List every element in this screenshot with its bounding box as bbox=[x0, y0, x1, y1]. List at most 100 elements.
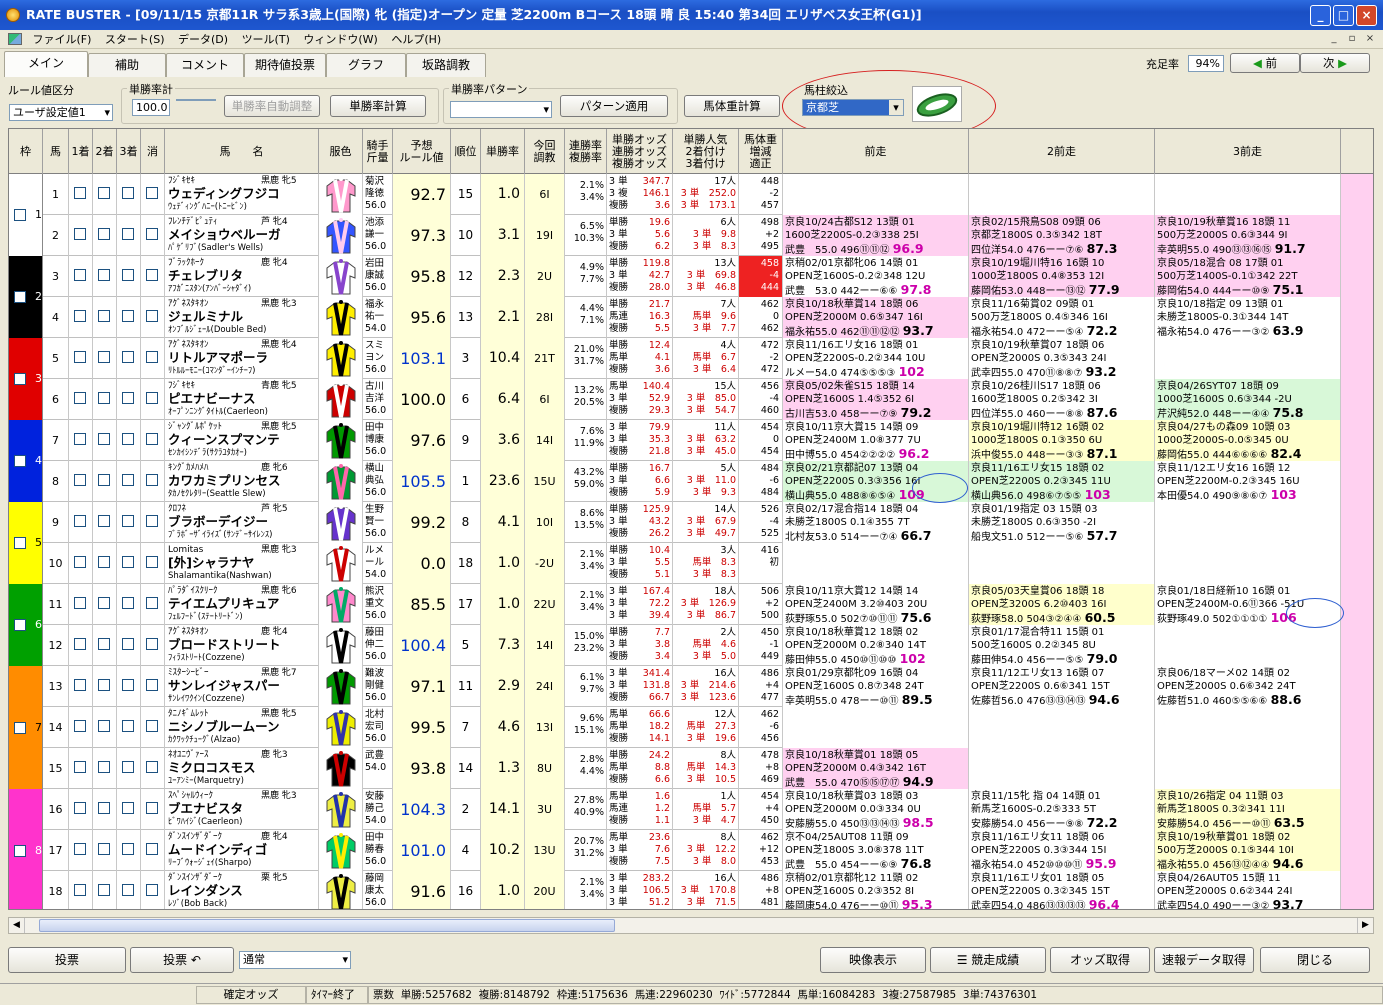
third-checkbox[interactable] bbox=[122, 556, 134, 568]
first-checkbox[interactable] bbox=[74, 720, 86, 732]
next-button[interactable]: 次 ▶ bbox=[1300, 53, 1370, 73]
past-race-cell-1[interactable]: 京良02/17混合指14 18頭 04 未勝芝1800S 0.1④355 7T … bbox=[783, 502, 969, 543]
past-race-cell-1[interactable]: 京稍02/01京都牝12 11頭 02 OPEN芝1600S 0.2③352 8… bbox=[783, 871, 969, 909]
table-row[interactable]: 4 ｱｸﾞﾈｽﾀｷｵﾝ 黒鹿 牝3 ジェルミナル ｵﾝﾌﾞﾙｼﾞｪｰﾙ(Doub… bbox=[43, 297, 1373, 338]
third-checkbox[interactable] bbox=[122, 802, 134, 814]
table-row[interactable]: 11 ﾊﾟﾗﾀﾞｲｽｸﾘｰｸ 黒鹿 牝6 テイエムプリキュア ﾌｪﾙﾌｰﾄﾞ(ｽ… bbox=[43, 584, 1373, 625]
close-button[interactable]: × bbox=[1356, 5, 1377, 26]
past-race-cell-3[interactable]: 京良06/18マーメ02 14頭 02 OPEN芝2000S 0.6⑥342 2… bbox=[1155, 666, 1341, 707]
waku-checkbox[interactable] bbox=[14, 373, 26, 385]
erase-checkbox[interactable] bbox=[146, 638, 158, 650]
waku-checkbox[interactable] bbox=[14, 537, 26, 549]
erase-checkbox[interactable] bbox=[146, 392, 158, 404]
erase-checkbox[interactable] bbox=[146, 597, 158, 609]
past-race-cell-2[interactable]: 京良05/03天皇賞06 18頭 18 OPEN芝3200S 6.2⑩403 1… bbox=[969, 584, 1155, 625]
second-checkbox[interactable] bbox=[98, 761, 110, 773]
past-race-cell-3[interactable] bbox=[1155, 748, 1341, 789]
table-row[interactable]: 10 Lomitas 黒鹿 牝3 [外]シャラナヤ Shalamantika(N… bbox=[43, 543, 1373, 584]
past-race-cell-1[interactable]: 京良10/18秋華賞03 18頭 03 OPEN芝2000M 0.0③334 0… bbox=[783, 789, 969, 830]
past-race-cell-2[interactable] bbox=[969, 543, 1155, 584]
second-checkbox[interactable] bbox=[98, 802, 110, 814]
past-race-cell-2[interactable]: 京良10/19堀川特16 16頭 10 1000芝1800S 0.4⑧353 1… bbox=[969, 256, 1155, 297]
horse-name[interactable]: ブエナビスタ bbox=[168, 802, 243, 816]
past-race-cell-2[interactable]: 京良11/16エリ女15 18頭 02 OPEN芝2200S 0.2③345 1… bbox=[969, 461, 1155, 502]
horse-name[interactable]: メイショウベルーガ bbox=[168, 228, 281, 242]
third-checkbox[interactable] bbox=[122, 392, 134, 404]
first-checkbox[interactable] bbox=[74, 802, 86, 814]
past-race-cell-3[interactable] bbox=[1155, 502, 1341, 543]
get-odds-button[interactable]: オッズ取得 bbox=[1050, 947, 1150, 973]
third-checkbox[interactable] bbox=[122, 351, 134, 363]
table-row[interactable]: 1 ﾌｼﾞｷｾｷ 黒鹿 牝5 ウェディングフジコ ｳｪﾃﾞｨﾝｸﾞﾊﾆｰ(ﾄﾆｰ… bbox=[43, 174, 1373, 215]
waku-checkbox[interactable] bbox=[14, 209, 26, 221]
first-checkbox[interactable] bbox=[74, 843, 86, 855]
second-checkbox[interactable] bbox=[98, 597, 110, 609]
horse-name[interactable]: テイエムプリキュア bbox=[168, 597, 279, 611]
past-race-cell-2[interactable]: 京良10/26桂川S17 18頭 06 1600芝1800S 0.2⑤342 3… bbox=[969, 379, 1155, 420]
third-checkbox[interactable] bbox=[122, 761, 134, 773]
table-row[interactable]: 3 ﾌﾞﾗｯｸﾎｰｸ 鹿 牝4 チェレブリタ ｱﾌｶﾞﾆｽﾀﾝ(ｱﾝﾊﾞｰｼｬﾀ… bbox=[43, 256, 1373, 297]
erase-checkbox[interactable] bbox=[146, 720, 158, 732]
erase-checkbox[interactable] bbox=[146, 433, 158, 445]
past-race-cell-3[interactable] bbox=[1155, 338, 1341, 379]
past-race-cell-3[interactable]: 京良10/19秋華賞01 18頭 02 500万芝2000S 0.1⑤344 1… bbox=[1155, 830, 1341, 871]
tab-comment[interactable]: コメント bbox=[166, 53, 244, 77]
first-checkbox[interactable] bbox=[74, 638, 86, 650]
past-race-cell-1[interactable]: 京良10/11京大賞12 14頭 14 OPEN芝2400M 3.2⑩403 2… bbox=[783, 584, 969, 625]
mdi-close-button[interactable]: × bbox=[1362, 32, 1378, 46]
table-row[interactable]: 7 ｼﾞｬﾝｸﾞﾙﾎﾟｹｯﾄ 黒鹿 牝5 クィーンスプマンテ ｾﾝｶｲｼﾝﾃﾞﾗ… bbox=[43, 420, 1373, 461]
menu-help[interactable]: ヘルプ(H) bbox=[386, 30, 446, 49]
table-row[interactable]: 18 ﾀﾞﾝｽｲﾝｻﾞﾀﾞｰｸ 栗 牝5 レインダンス ﾚｿﾞ(Bob Back… bbox=[43, 871, 1373, 909]
third-checkbox[interactable] bbox=[122, 720, 134, 732]
erase-checkbox[interactable] bbox=[146, 269, 158, 281]
rule-select[interactable]: ユーザ設定値1 ▾ bbox=[9, 104, 113, 121]
maximize-button[interactable]: □ bbox=[1333, 5, 1354, 26]
third-checkbox[interactable] bbox=[122, 228, 134, 240]
third-checkbox[interactable] bbox=[122, 638, 134, 650]
erase-checkbox[interactable] bbox=[146, 802, 158, 814]
erase-checkbox[interactable] bbox=[146, 761, 158, 773]
past-race-cell-2[interactable] bbox=[969, 748, 1155, 789]
win-rate-input-2[interactable] bbox=[176, 99, 216, 101]
scroll-left-icon[interactable]: ◀ bbox=[9, 918, 25, 933]
past-race-cell-1[interactable]: 京良01/29京都牝09 16頭 04 OPEN芝1600S 0.8⑦348 2… bbox=[783, 666, 969, 707]
auto-adjust-button[interactable]: 単勝率自動調整 bbox=[224, 95, 320, 117]
mdi-minimize-button[interactable]: _ bbox=[1326, 32, 1342, 46]
past-race-cell-1[interactable]: 京良10/18秋華賞01 18頭 05 OPEN芝2000M 0.4③342 1… bbox=[783, 748, 969, 789]
erase-checkbox[interactable] bbox=[146, 474, 158, 486]
past-race-cell-2[interactable] bbox=[969, 174, 1155, 215]
second-checkbox[interactable] bbox=[98, 638, 110, 650]
vote-mode-select[interactable]: 通常 ▾ bbox=[239, 951, 351, 969]
waku-checkbox[interactable] bbox=[14, 619, 26, 631]
erase-checkbox[interactable] bbox=[146, 515, 158, 527]
past-race-cell-3[interactable] bbox=[1155, 543, 1341, 584]
second-checkbox[interactable] bbox=[98, 433, 110, 445]
erase-checkbox[interactable] bbox=[146, 884, 158, 896]
win-rate-input[interactable]: 100.0 bbox=[132, 99, 170, 116]
past-race-cell-1[interactable] bbox=[783, 174, 969, 215]
horse-name[interactable]: チェレブリタ bbox=[168, 269, 243, 283]
past-race-cell-1[interactable]: 京良10/11京大賞15 14頭 09 OPEN芝2400M 1.0⑧377 7… bbox=[783, 420, 969, 461]
second-checkbox[interactable] bbox=[98, 843, 110, 855]
horse-name[interactable]: ミクロコスモス bbox=[168, 761, 256, 775]
past-race-cell-3[interactable]: 京良10/19秋華賞16 18頭 11 500万芝2000S 0.6③344 9… bbox=[1155, 215, 1341, 256]
past-race-cell-2[interactable]: 京良11/16菊賞02 09頭 01 500万芝1800S 0.4⑤346 16… bbox=[969, 297, 1155, 338]
menu-window[interactable]: ウィンドウ(W) bbox=[298, 30, 382, 49]
table-row[interactable]: 17 ﾀﾞﾝｽｲﾝｻﾞﾀﾞｰｸ 鹿 牝4 ムードインディゴ ﾘｰﾌﾞｳｫｰｼﾞｪ… bbox=[43, 830, 1373, 871]
past-race-cell-3[interactable]: 京良10/18指定 09 13頭 01 未勝芝1800S-0.3①344 14T… bbox=[1155, 297, 1341, 338]
horse-name[interactable]: [外]シャラナヤ bbox=[168, 556, 254, 570]
video-button[interactable]: 映像表示 bbox=[820, 947, 926, 973]
table-row[interactable]: 12 ｱｸﾞﾈｽﾀｷｵﾝ 鹿 牝4 ブロードストリート ﾌｨﾗｽﾄﾘｰﾄ(Coz… bbox=[43, 625, 1373, 666]
horse-name[interactable]: リトルアマポーラ bbox=[168, 351, 268, 365]
second-checkbox[interactable] bbox=[98, 228, 110, 240]
horse-name[interactable]: ウェディングフジコ bbox=[168, 187, 280, 201]
third-checkbox[interactable] bbox=[122, 310, 134, 322]
past-race-cell-1[interactable]: 京不04/25AUT08 11頭 09 OPEN芝1800S 3.0⑧378 1… bbox=[783, 830, 969, 871]
mdi-restore-button[interactable]: ▫ bbox=[1344, 32, 1360, 46]
second-checkbox[interactable] bbox=[98, 392, 110, 404]
table-row[interactable]: 6 ﾌｼﾞｷｾｷ 青鹿 牝5 ピエナビーナス ｵｰﾌﾟﾝﾆﾝｸﾞﾀｲﾄﾙ(Cae… bbox=[43, 379, 1373, 420]
past-race-cell-1[interactable]: 京良11/16エリ女16 18頭 01 OPEN芝2200S-0.2②344 1… bbox=[783, 338, 969, 379]
table-row[interactable]: 9 ｸﾛﾌﾈ 芦 牝5 ブラボーデイジー ﾌﾞﾗﾎﾞｰｻﾞｲﾗｲｽﾞ(ｻﾝﾃﾞｰ… bbox=[43, 502, 1373, 543]
horse-name[interactable]: ブラボーデイジー bbox=[168, 515, 268, 529]
past-race-cell-3[interactable]: 京良04/26AUT05 15頭 11 OPEN芝2000S 0.6②344 2… bbox=[1155, 871, 1341, 909]
